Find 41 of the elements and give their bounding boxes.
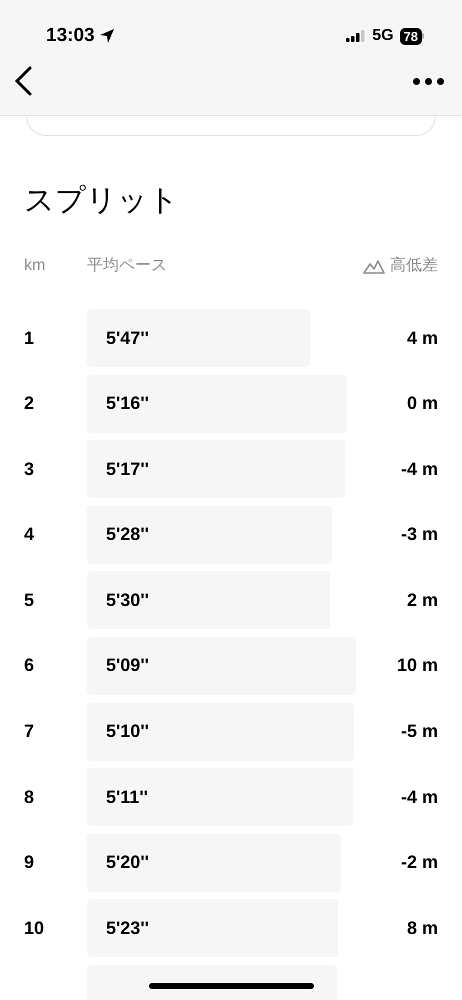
pace-bar: 5'47'' xyxy=(87,309,310,367)
back-button[interactable] xyxy=(12,65,34,97)
battery-level: 78 xyxy=(400,28,422,44)
pace-bar: 5'11'' xyxy=(87,768,353,826)
pace-bar: 5'20'' xyxy=(87,834,341,892)
network-label: 5G xyxy=(372,26,394,46)
km-label: 5 xyxy=(24,588,36,612)
km-label: 10 xyxy=(24,916,46,940)
km-label: 7 xyxy=(24,720,36,744)
elevation-value: -5 m xyxy=(400,720,438,744)
location-arrow-icon xyxy=(98,28,115,44)
elevation-value: -3 m xyxy=(400,523,438,546)
elevation-value: 10 m xyxy=(396,654,438,678)
column-header: km xyxy=(24,256,46,276)
elevation-value: 0 m xyxy=(406,392,438,416)
pace-bar: 5'28'' xyxy=(87,506,332,564)
pace-bar: 5'09'' xyxy=(87,636,356,695)
km-label: 4 xyxy=(24,523,36,546)
pace-bar: 5'30'' xyxy=(87,571,330,630)
pace-bar: 5'17'' xyxy=(87,440,345,498)
km-label: 2 xyxy=(24,392,36,416)
elevation-value: 4 m xyxy=(406,326,438,350)
elevation-value: -4 m xyxy=(400,458,438,481)
elevation-value: 2 m xyxy=(406,588,438,612)
elevation-value: 8 m xyxy=(406,916,438,940)
elevation-value: -4 m xyxy=(400,786,438,809)
mountain-icon xyxy=(363,258,385,274)
elevation-value: -2 m xyxy=(400,851,438,874)
signal-icon xyxy=(346,30,366,42)
pace-bar: 5'16'' xyxy=(87,374,347,433)
section-title: スプリット xyxy=(23,183,180,219)
km-label: 1 xyxy=(24,326,36,350)
km-label: 9 xyxy=(24,851,36,874)
pace-bar: 5'10'' xyxy=(87,702,354,761)
km-label: 8 xyxy=(24,786,36,809)
km-label: 3 xyxy=(24,458,36,481)
status-time: 13:03 xyxy=(46,24,95,48)
column-header: 平均ペース xyxy=(87,256,168,276)
km-label: 6 xyxy=(24,654,36,678)
pace-bar: 5'23'' xyxy=(87,899,338,958)
column-header: 高低差 xyxy=(390,256,438,276)
